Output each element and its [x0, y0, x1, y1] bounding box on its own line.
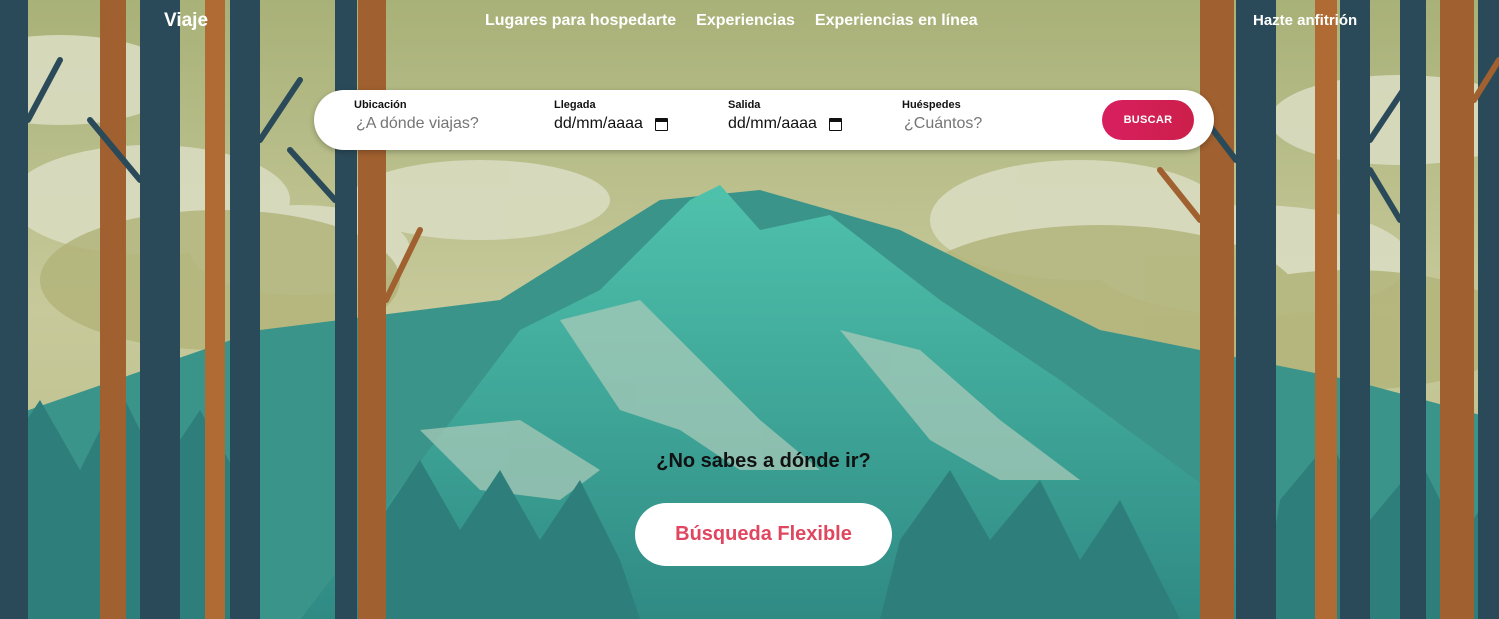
nav-link-stays[interactable]: Lugares para hospedarte: [485, 12, 676, 30]
checkin-label: Llegada: [554, 99, 596, 111]
location-field: Ubicación: [354, 99, 528, 135]
search-button[interactable]: BUSCAR: [1102, 100, 1194, 140]
checkout-field: Salida dd/mm/aaaa: [728, 99, 842, 135]
top-navigation: Viaje Lugares para hospedarte Experienci…: [0, 0, 1499, 42]
guests-input[interactable]: [902, 113, 1076, 135]
flexible-search-heading: ¿No sabes a dónde ir?: [656, 450, 871, 472]
main-nav: Lugares para hospedarte Experiencias Exp…: [485, 12, 978, 30]
nav-link-experiences[interactable]: Experiencias: [696, 12, 795, 30]
checkout-label: Salida: [728, 99, 761, 111]
guests-field: Huéspedes: [902, 99, 1076, 135]
checkin-date-input[interactable]: dd/mm/aaaa: [554, 113, 668, 135]
search-bar: Ubicación Llegada dd/mm/aaaa Salida dd/m…: [314, 90, 1214, 150]
checkin-date-value: dd/mm/aaaa: [554, 115, 643, 132]
checkin-field: Llegada dd/mm/aaaa: [554, 99, 668, 135]
location-label: Ubicación: [354, 99, 407, 111]
checkout-date-value: dd/mm/aaaa: [728, 115, 817, 132]
nav-link-online-experiences[interactable]: Experiencias en línea: [815, 12, 978, 30]
brand-logo[interactable]: Viaje: [164, 10, 208, 32]
calendar-icon[interactable]: [654, 117, 668, 131]
calendar-icon[interactable]: [828, 117, 842, 131]
checkout-date-input[interactable]: dd/mm/aaaa: [728, 113, 842, 135]
hero-section: Viaje Lugares para hospedarte Experienci…: [0, 0, 1499, 619]
flexible-search-button[interactable]: Búsqueda Flexible: [635, 503, 892, 566]
become-host-link[interactable]: Hazte anfitrión: [1253, 12, 1357, 29]
location-input[interactable]: [354, 113, 528, 135]
guests-label: Huéspedes: [902, 99, 961, 111]
